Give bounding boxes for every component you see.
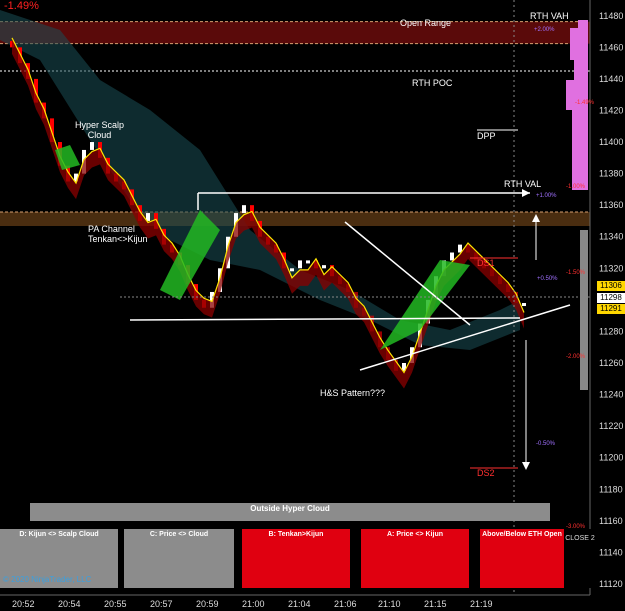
y-tick-label: 11480 (599, 11, 623, 21)
arrow-down-icon (522, 462, 530, 470)
candle (242, 205, 246, 214)
panel-label: B: Tenkan>Kijun (268, 531, 324, 538)
volume-profile-bar (578, 20, 588, 28)
pct-plus-2: +2.00% (534, 27, 555, 33)
y-tick-label: 11220 (599, 421, 623, 431)
panel-close: CLOSE 2 (564, 529, 596, 588)
open-range-label: Open Range (400, 18, 452, 28)
y-tick-label: 11360 (599, 200, 623, 210)
y-tick-label: 11380 (599, 169, 623, 179)
y-tick-label: 11180 (599, 484, 623, 494)
panel-price-kijun: A: Price <> Kijun (361, 529, 469, 588)
y-tick-label: 11200 (599, 453, 623, 463)
x-tick-label: 20:57 (150, 599, 173, 609)
y-tick-label: 11240 (599, 390, 623, 400)
candle (306, 260, 310, 264)
x-tick-label: 21:06 (334, 599, 357, 609)
pct-plus-05: +0.50% (537, 276, 558, 282)
open-range-band (0, 21, 590, 44)
y-tick-label: 11140 (599, 547, 623, 557)
y-tick-label: 11280 (599, 326, 623, 336)
copyright: © 2020 NinjaTrader, LLC (3, 575, 92, 584)
candle (90, 142, 94, 150)
pa-channel-label: PA Channel Tenkan<>Kijun (88, 224, 148, 244)
hyper-scalp-cloud-label: Hyper Scalp Cloud (75, 120, 125, 140)
x-tick-label: 21:10 (378, 599, 401, 609)
x-tick-label: 20:55 (104, 599, 127, 609)
arrow-right-icon (522, 189, 530, 197)
rth-vah-label: RTH VAH (530, 11, 569, 21)
panel-price-cloud: C: Price <> Cloud (124, 529, 234, 588)
x-tick-label: 20:54 (58, 599, 81, 609)
x-tick-label: 20:59 (196, 599, 219, 609)
y-tick-label: 11160 (599, 516, 623, 526)
hs-pattern-label: H&S Pattern??? (320, 388, 386, 398)
y-tick-label: 11260 (599, 358, 623, 368)
x-tick-label: 21:19 (470, 599, 493, 609)
price-tag-last: 11298 (597, 293, 625, 303)
volume-profile-bar (574, 60, 588, 80)
y-tick-label: 11400 (599, 137, 623, 147)
y-tick-label: 11420 (599, 105, 623, 115)
rth-val-label: RTH VAL (504, 179, 542, 189)
pct-ib: -1.49% (575, 100, 595, 106)
panel-eth-open: Above/Below ETH Open (480, 529, 564, 588)
outside-hyper-cloud-label: Outside Hyper Cloud (250, 504, 330, 513)
panel-label: D: Kijun <> Scalp Cloud (19, 531, 99, 538)
candle (522, 303, 526, 307)
ds2-label: DS2 (477, 468, 495, 478)
panel-label: C: Price <> Cloud (149, 531, 209, 538)
volume-profile-bar (572, 110, 588, 190)
candle (290, 268, 294, 272)
pct-minus-1: -1.00% (566, 184, 586, 190)
pct-plus-1: +1.00% (536, 193, 557, 199)
outside-hyper-cloud-bar: Outside Hyper Cloud (30, 503, 550, 521)
price-tag-upper: 11306 (597, 281, 625, 291)
x-tick-label: 21:15 (424, 599, 447, 609)
panel-label: CLOSE 2 (565, 535, 595, 542)
y-tick-label: 11320 (599, 263, 623, 273)
y-tick-label: 11120 (599, 579, 623, 589)
x-tick-label: 21:00 (242, 599, 265, 609)
panel-label: A: Price <> Kijun (386, 531, 444, 538)
rth-poc-label: RTH POC (412, 78, 453, 88)
volume-profile-bar (570, 28, 588, 60)
percent-change: -1.49% (4, 0, 39, 12)
ds1-label: DS1 (477, 258, 495, 268)
panel-label: Above/Below ETH Open (482, 531, 562, 538)
panel-tenkan-kijun: B: Tenkan>Kijun (242, 529, 350, 588)
pct-minus-05: -0.50% (536, 441, 556, 447)
pct-minus-2: -2.00% (566, 354, 586, 360)
x-tick-label: 21:04 (288, 599, 311, 609)
volume-profile-bar (580, 230, 588, 390)
dpp-label: DPP (477, 131, 496, 141)
y-tick-label: 11460 (599, 42, 623, 52)
candle (450, 252, 454, 261)
price-tag-lower: 11291 (597, 304, 625, 314)
candle (298, 260, 302, 269)
pct-minus-15: -1.50% (566, 270, 586, 276)
y-tick-label: 11340 (599, 232, 623, 242)
x-tick-label: 20:52 (12, 599, 35, 609)
candle (322, 265, 326, 269)
y-tick-label: 11440 (599, 74, 623, 84)
